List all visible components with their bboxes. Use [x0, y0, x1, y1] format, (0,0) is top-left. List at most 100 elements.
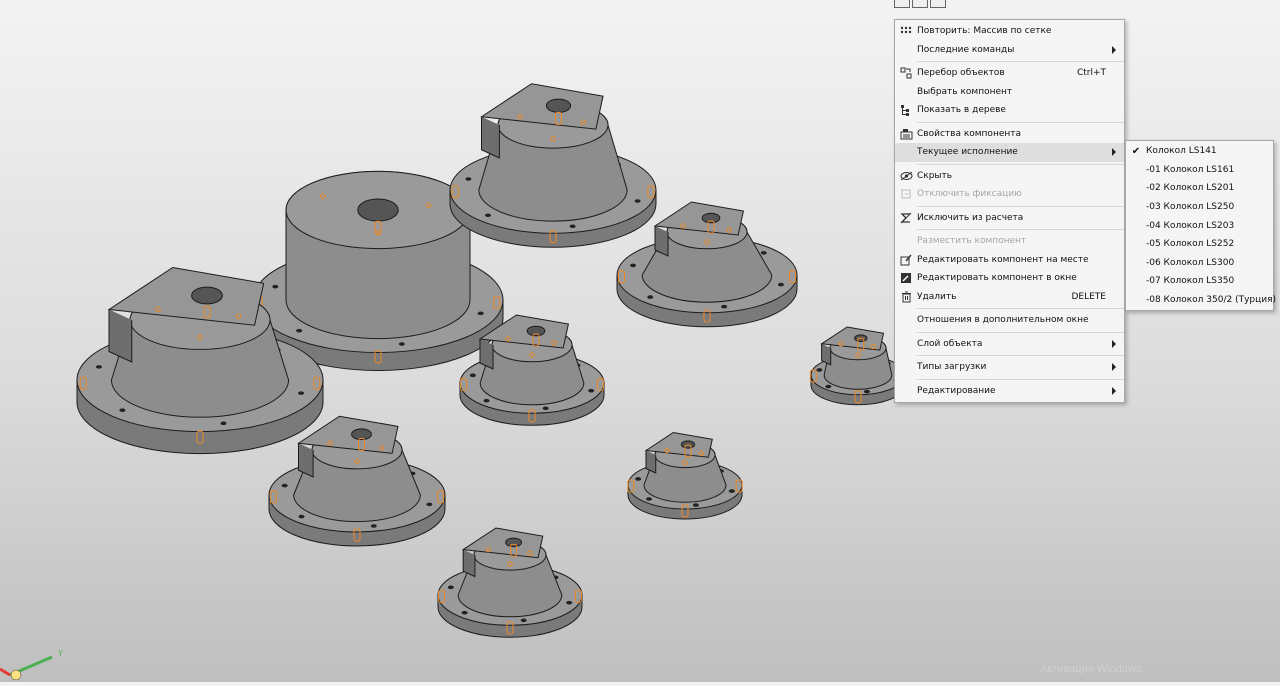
flange-hole [119, 408, 126, 412]
execution-item-7[interactable]: -07 Колокол LS350 [1126, 272, 1273, 291]
menu-item-17[interactable]: Редактировать компонент в окне [895, 269, 1124, 288]
menu-item-label: Свойства компонента [917, 128, 1022, 139]
exclude-calc-icon [895, 212, 917, 224]
menu-item-label: Повторить: Массив по сетке [917, 26, 1052, 37]
menu-item-label: Редактировать компонент на месте [917, 254, 1089, 265]
execution-item-6[interactable]: -06 Колокол LS300 [1126, 254, 1273, 273]
menu-separator [917, 378, 1124, 380]
flange-hole [398, 342, 405, 346]
cycle-objects-icon [895, 67, 917, 79]
edit-in-window-icon [895, 272, 917, 284]
flange-hole [220, 421, 227, 426]
execution-item-0[interactable]: ✔ Колокол LS141 [1126, 142, 1273, 161]
flange-hole [298, 514, 305, 519]
show-in-tree-icon [895, 104, 917, 117]
flange-hole [635, 477, 642, 481]
flange-hole [447, 585, 454, 590]
flange-hole [485, 213, 492, 218]
menu-item-8[interactable]: Текущее исполнение [895, 143, 1124, 162]
bell-part[interactable] [627, 431, 743, 520]
flange-hole [816, 368, 823, 372]
menu-item-20[interactable]: Отношения в дополнительном окне [895, 311, 1124, 330]
menu-item-label: Редактировать компонент в окне [917, 273, 1077, 284]
flange-hole [863, 389, 870, 394]
center-hole [191, 286, 223, 305]
menu-separator [917, 163, 1124, 165]
menu-item-24[interactable]: Типы загрузки [895, 358, 1124, 377]
menu-item-15: Разместить компонент [895, 232, 1124, 251]
context-menu: Повторить: Массив по сетке Последние кома… [894, 19, 1125, 403]
flange-hole [692, 503, 699, 507]
flange-hole [721, 304, 728, 309]
axis-y-label: Y [58, 649, 63, 658]
flange-hole [646, 497, 653, 501]
flange-hole [647, 295, 654, 299]
flange-hole [542, 406, 549, 411]
submenu-arrow-icon [1112, 363, 1116, 371]
menu-separator [917, 229, 1124, 230]
flange-hole [569, 224, 576, 229]
submenu-arrow-icon [1112, 339, 1116, 348]
mounting-plate-side [481, 116, 500, 159]
menu-separator [917, 331, 1124, 333]
grid-array-icon [895, 26, 917, 36]
flange-hole [477, 311, 484, 316]
flange-hole [370, 524, 377, 528]
menu-item-22[interactable]: Слой объекта [895, 335, 1124, 354]
menu-item-16[interactable]: Редактировать компонент на месте [895, 251, 1124, 270]
bell-part[interactable] [268, 415, 446, 547]
submenu-arrow-icon [1112, 45, 1116, 54]
menu-item-label: Слой объекта [917, 338, 983, 349]
execution-item-4[interactable]: -04 Колокол LS203 [1126, 216, 1273, 235]
execution-item-label: -02 Колокол LS201 [1146, 183, 1235, 194]
flange-hole [272, 284, 279, 289]
execution-item-2[interactable]: -02 Колокол LS201 [1126, 179, 1273, 198]
menu-item-13[interactable]: Исключить из расчета [895, 209, 1124, 228]
execution-item-8[interactable]: -08 Колокол 350/2 (Турция) [1126, 291, 1277, 310]
menu-separator [917, 308, 1124, 309]
menu-item-26[interactable]: Редактирование [895, 382, 1124, 401]
center-hole [545, 98, 572, 113]
execution-item-3[interactable]: -03 Колокол LS250 [1126, 198, 1273, 217]
menu-item-label: Редактирование [917, 385, 996, 396]
menu-item-1[interactable]: Последние команды [895, 41, 1124, 60]
execution-item-label: -05 Колокол LS252 [1146, 239, 1235, 250]
menu-item-label: Удалить [917, 291, 957, 302]
flange-hole [588, 388, 595, 393]
unfix-icon [895, 188, 917, 200]
flange-hole [777, 282, 784, 287]
menu-item-label: Отключить фиксацию [917, 189, 1022, 200]
menu-item-label: Выбрать компонент [917, 86, 1013, 97]
center-hole [357, 198, 399, 222]
flange-hole [520, 618, 527, 623]
execution-submenu: ✔ Колокол LS141 -01 Колокол LS161 -02 Колок… [1125, 140, 1277, 312]
bell-part[interactable] [437, 527, 583, 638]
menu-item-3[interactable]: Перебор объектов Ctrl+T [895, 64, 1124, 83]
menu-item-5[interactable]: Показать в дереве [895, 101, 1124, 120]
flange-hole [630, 263, 637, 268]
menu-item-4[interactable]: Выбрать компонент [895, 83, 1124, 102]
flange-hole [95, 365, 102, 369]
menu-separator [917, 355, 1124, 356]
checkmark-icon: ✔ [1131, 145, 1141, 157]
axis-triad: Y [0, 645, 70, 682]
bell-part[interactable] [809, 326, 907, 406]
execution-item-5[interactable]: -05 Колокол LS252 [1126, 235, 1273, 254]
menu-item-10[interactable]: Скрыть [895, 167, 1124, 186]
flange-hole [465, 177, 472, 181]
menu-item-label: Скрыть [917, 170, 953, 181]
menu-shortcut: Ctrl+T [1076, 68, 1106, 79]
menu-item-label: Отношения в дополнительном окне [917, 315, 1089, 326]
menu-item-0[interactable]: Повторить: Массив по сетке [895, 22, 1124, 41]
edit-in-place-icon [895, 254, 917, 266]
flange-hole [426, 502, 433, 507]
execution-item-label: -08 Колокол 350/2 (Турция) [1146, 295, 1277, 306]
menu-item-18[interactable]: Удалить DELETE [895, 288, 1124, 307]
menu-item-7[interactable]: Свойства компонента [895, 125, 1124, 144]
center-hole [505, 537, 523, 548]
submenu-arrow-icon [1112, 386, 1116, 395]
flange-hole [825, 384, 832, 389]
bell-part[interactable] [449, 83, 657, 248]
execution-item-1[interactable]: -01 Колокол LS161 [1126, 161, 1273, 180]
flange-hole [469, 373, 476, 378]
